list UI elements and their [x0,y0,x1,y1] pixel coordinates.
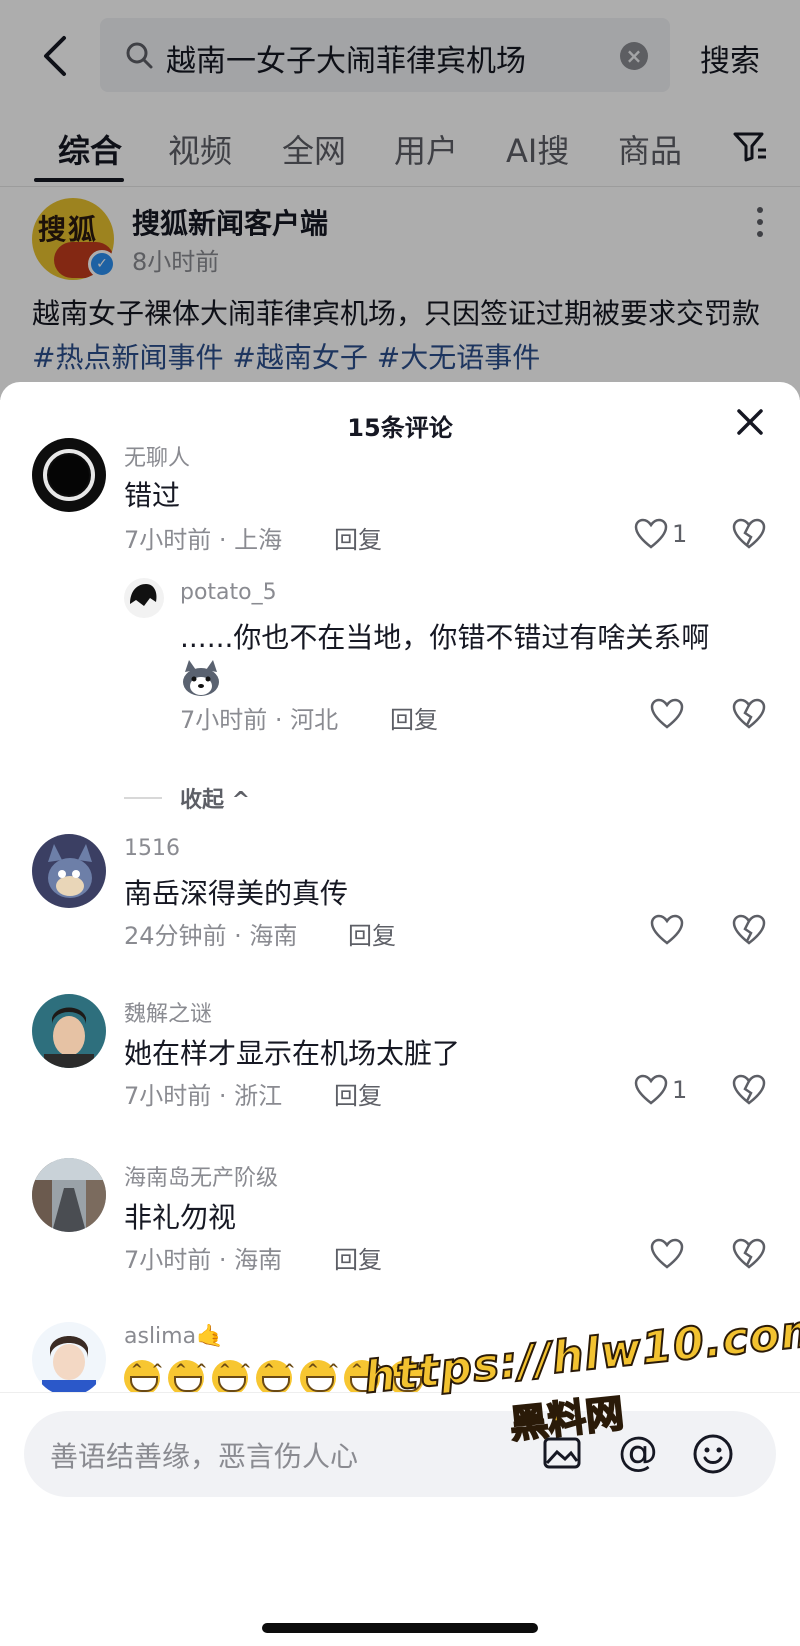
like-heart-icon[interactable] [650,698,684,730]
comment-text: 南岳深得美的真传 [124,877,349,910]
comment-username[interactable]: aslima🤙 [124,1324,223,1349]
reply-button[interactable]: 回复 [334,1076,382,1111]
reply-button[interactable]: 回复 [348,916,396,951]
comment-username[interactable]: potato_5 [180,580,277,605]
like-heart-icon[interactable] [650,1238,684,1270]
comment-text: 她在样才显示在机场太脏了 [124,1037,461,1070]
collapse-divider-line [124,797,162,799]
comments-count-title: 15条评论 [347,414,453,442]
user-avatar[interactable] [32,1158,106,1232]
dislike-broken-heart-icon[interactable] [732,1074,766,1106]
comment-text: ......你也不在当地，你错不错过有啥关系啊 [180,621,710,654]
comment-username[interactable]: 无聊人 [124,440,190,472]
comment-meta: 7小时前 · 河北 [180,706,339,734]
like-heart-icon[interactable] [650,914,684,946]
comment-meta: 7小时前 · 海南 [124,1246,283,1274]
grin-emoji-icon [168,1360,209,1396]
like-heart-icon[interactable] [634,518,668,550]
comment-username[interactable]: 海南岛无产阶级 [124,1160,278,1192]
comment-text: 非礼勿视 [124,1201,237,1234]
user-avatar[interactable] [32,1322,106,1396]
collapse-replies-button[interactable]: 收起 ^ [124,782,324,813]
user-avatar[interactable] [124,578,164,618]
watermark-site-name: 黑料网 [507,1390,627,1448]
comment-text: 错过 [124,479,181,512]
comment-meta: 7小时前 · 上海 [124,526,283,554]
husky-emoji-icon [183,660,219,696]
reply-button[interactable]: 回复 [334,520,382,555]
reply-button[interactable]: 回复 [334,1240,382,1275]
grin-emoji-icon [300,1360,341,1396]
home-indicator [262,1623,538,1633]
comment-meta: 7小时前 · 浙江 [124,1082,283,1110]
comment-username[interactable]: 1516 [124,836,180,861]
dislike-broken-heart-icon[interactable] [732,698,766,730]
grin-emoji-icon [212,1360,253,1396]
dislike-broken-heart-icon[interactable] [732,1238,766,1270]
background-dim-overlay[interactable] [0,0,800,400]
comment-meta: 24分钟前 · 海南 [124,922,298,950]
dislike-broken-heart-icon[interactable] [732,914,766,946]
comment-username[interactable]: 魏解之谜 [124,996,212,1028]
dislike-broken-heart-icon[interactable] [732,518,766,550]
like-count: 1 [672,520,688,548]
grin-emoji-icon [124,1360,165,1396]
grin-emoji-icon [256,1360,297,1396]
user-avatar[interactable] [32,834,106,908]
like-heart-icon[interactable] [634,1074,668,1106]
user-avatar[interactable] [32,438,106,512]
comment-input-placeholder: 善语结善缘，恶言伤人心 [50,1440,359,1473]
user-avatar[interactable] [32,994,106,1068]
reply-button[interactable]: 回复 [390,700,438,735]
close-icon[interactable] [732,404,768,440]
like-count: 1 [672,1076,688,1104]
collapse-label: 收起 ^ [180,788,251,813]
